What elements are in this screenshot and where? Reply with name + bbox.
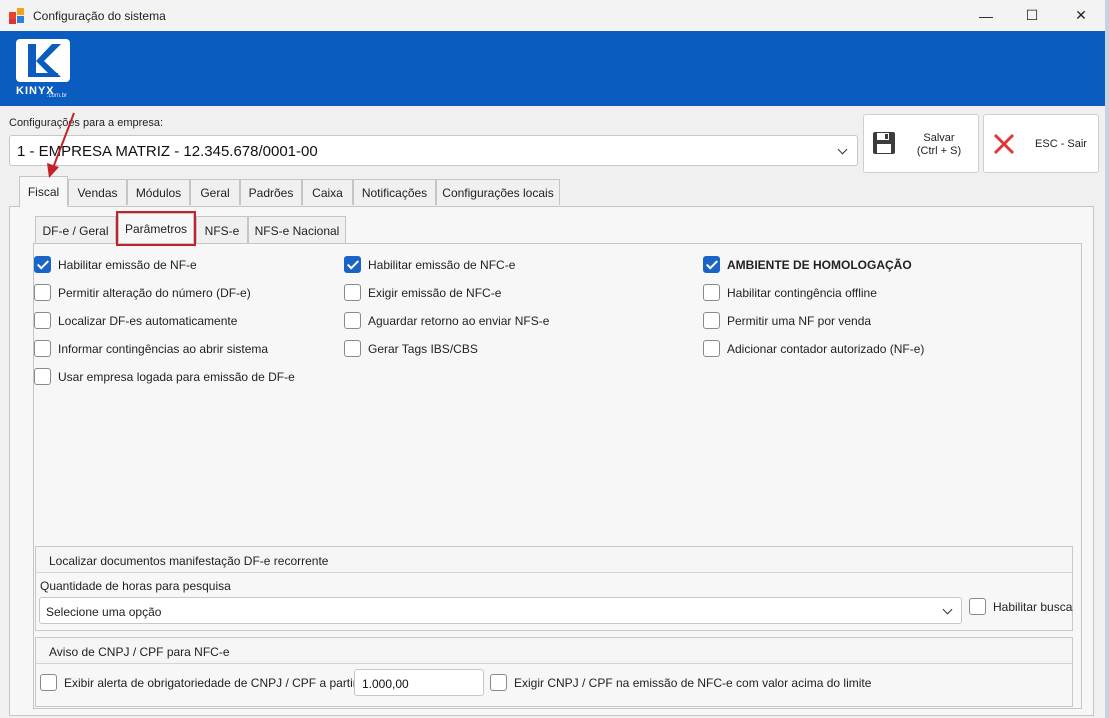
brand-logo bbox=[16, 39, 70, 82]
tab-padroes[interactable]: Padrões bbox=[240, 179, 302, 205]
exit-button[interactable]: ESC - Sair bbox=[983, 114, 1099, 173]
tab-vendas[interactable]: Vendas bbox=[68, 179, 127, 205]
checkbox-exigir-cnpj-cpf[interactable]: Exigir CNPJ / CPF na emissão de NFC-e co… bbox=[490, 674, 871, 691]
checkbox-informar-contingencias[interactable]: Informar contingências ao abrir sistema bbox=[34, 340, 268, 357]
app-icon bbox=[9, 8, 25, 24]
alert-value-input[interactable]: 1.000,00 bbox=[354, 669, 484, 696]
hours-select[interactable]: Selecione uma opção bbox=[39, 597, 962, 624]
brand-sub: .com.br bbox=[47, 93, 68, 99]
subtab-nfse[interactable]: NFS-e bbox=[196, 216, 248, 244]
checkbox-habilitar-nfe[interactable]: Habilitar emissão de NF-e bbox=[34, 256, 197, 273]
checkbox-contingencia-offline[interactable]: Habilitar contingência offline bbox=[703, 284, 877, 301]
chevron-down-icon bbox=[942, 604, 953, 615]
cpf-group: Aviso de CNPJ / CPF para NFC-e bbox=[35, 637, 1073, 707]
checkbox-aguardar-retorno[interactable]: Aguardar retorno ao enviar NFS-e bbox=[344, 312, 549, 329]
window-title: Configuração do sistema bbox=[33, 9, 166, 23]
company-label: Configurações para a empresa: bbox=[9, 117, 164, 129]
exit-label: ESC - Sair bbox=[1035, 138, 1087, 150]
minimize-button[interactable]: — bbox=[963, 0, 1009, 31]
checkbox-habilitar-busca[interactable]: Habilitar busca bbox=[969, 598, 1072, 615]
close-x-icon bbox=[993, 133, 1015, 155]
maximize-button[interactable]: ☐ bbox=[1009, 0, 1055, 31]
tab-geral[interactable]: Geral bbox=[190, 179, 240, 205]
checkbox-localizar-dfes[interactable]: Localizar DF-es automaticamente bbox=[34, 312, 237, 329]
subtab-dfe-geral[interactable]: DF-e / Geral bbox=[35, 216, 116, 244]
cpf-group-header: Aviso de CNPJ / CPF para NFC-e bbox=[36, 638, 1072, 664]
checkbox-uma-nf-por-venda[interactable]: Permitir uma NF por venda bbox=[703, 312, 871, 329]
subtab-nfse-nacional[interactable]: NFS-e Nacional bbox=[248, 216, 346, 244]
highlight-annotation bbox=[116, 211, 196, 246]
tab-notificacoes[interactable]: Notificações bbox=[353, 179, 436, 205]
checkbox-exibir-alerta[interactable]: Exibir alerta de obrigatoriedade de CNPJ… bbox=[40, 674, 377, 691]
checkbox-ambiente-homologacao[interactable]: AMBIENTE DE HOMOLOGAÇÃO bbox=[703, 256, 912, 273]
checkbox-contador-autorizado[interactable]: Adicionar contador autorizado (NF-e) bbox=[703, 340, 924, 357]
checkbox-usar-empresa-logada[interactable]: Usar empresa logada para emissão de DF-e bbox=[34, 368, 295, 385]
tab-fiscal[interactable]: Fiscal bbox=[19, 176, 68, 206]
hours-value: Selecione uma opção bbox=[46, 605, 162, 619]
checkbox-permitir-alteracao[interactable]: Permitir alteração do número (DF-e) bbox=[34, 284, 251, 301]
floppy-disk-icon bbox=[873, 132, 895, 154]
chevron-down-icon bbox=[837, 144, 848, 155]
tab-configuracoes-locais[interactable]: Configurações locais bbox=[436, 179, 560, 205]
cpf-title: Aviso de CNPJ / CPF para NFC-e bbox=[49, 645, 230, 659]
tab-caixa[interactable]: Caixa bbox=[302, 179, 353, 205]
tab-modulos[interactable]: Módulos bbox=[127, 179, 190, 205]
active-tab-joint bbox=[20, 203, 67, 208]
manifest-title: Localizar documentos manifestação DF-e r… bbox=[49, 554, 329, 568]
save-button[interactable]: Salvar (Ctrl + S) bbox=[863, 114, 979, 173]
arrow-annotation bbox=[47, 112, 75, 178]
hours-label: Quantidade de horas para pesquisa bbox=[40, 579, 231, 593]
save-label: Salvar bbox=[923, 132, 955, 144]
title-bar: Configuração do sistema — ☐ ✕ bbox=[0, 0, 1109, 31]
checkbox-exigir-nfce[interactable]: Exigir emissão de NFC-e bbox=[344, 284, 501, 301]
checkbox-habilitar-nfce[interactable]: Habilitar emissão de NFC-e bbox=[344, 256, 515, 273]
company-select[interactable]: 1 - EMPRESA MATRIZ - 12.345.678/0001-00 bbox=[9, 135, 858, 166]
checkbox-gerar-tags[interactable]: Gerar Tags IBS/CBS bbox=[344, 340, 478, 357]
alert-value: 1.000,00 bbox=[362, 677, 409, 691]
close-window-button[interactable]: ✕ bbox=[1058, 0, 1104, 31]
save-shortcut: (Ctrl + S) bbox=[916, 145, 962, 157]
window-edge bbox=[1105, 0, 1109, 718]
manifest-group-header: Localizar documentos manifestação DF-e r… bbox=[36, 547, 1072, 573]
header-banner: KINYX .com.br bbox=[0, 31, 1105, 106]
